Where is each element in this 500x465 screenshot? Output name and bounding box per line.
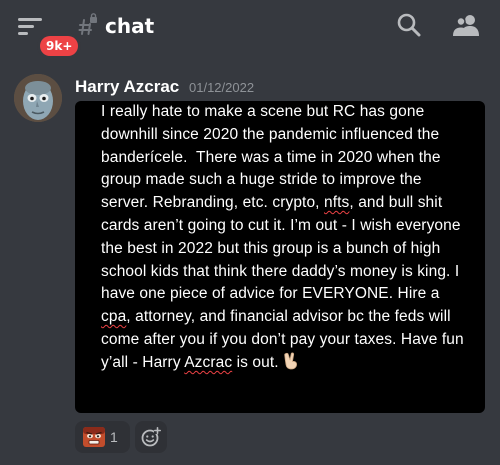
author-name[interactable]: Harry Azcrac	[75, 76, 179, 98]
reaction-angry[interactable]: 1	[75, 421, 130, 453]
add-reaction-button[interactable]	[135, 421, 167, 453]
notification-badge: 9k+	[40, 36, 79, 56]
misspelled-word: nfts	[324, 194, 350, 212]
channel-name: chat	[105, 14, 155, 38]
search-icon[interactable]	[396, 12, 422, 38]
reaction-count: 1	[110, 429, 118, 445]
channel-header: 9k+ chat	[0, 0, 500, 56]
message-text-part: is out.	[232, 353, 284, 371]
author-avatar[interactable]	[14, 74, 62, 122]
misspelled-word: Azcrac	[184, 353, 233, 371]
angry-face-icon	[83, 427, 105, 447]
avatar-face-icon	[14, 74, 62, 122]
members-icon[interactable]	[452, 12, 480, 38]
misspelled-word: cpa	[101, 308, 127, 326]
menu-button[interactable]: 9k+	[18, 14, 79, 56]
message-timestamp: 01/12/2022	[189, 80, 255, 95]
hash-lock-icon	[78, 13, 97, 35]
victory-hand-icon	[284, 352, 298, 370]
message-content: I really hate to make a scene but RC has…	[101, 101, 469, 375]
chat-app: 9k+ chat Harry Azcrac 01/12/2022 I reall…	[0, 0, 500, 465]
add-emoji-icon	[141, 427, 161, 447]
